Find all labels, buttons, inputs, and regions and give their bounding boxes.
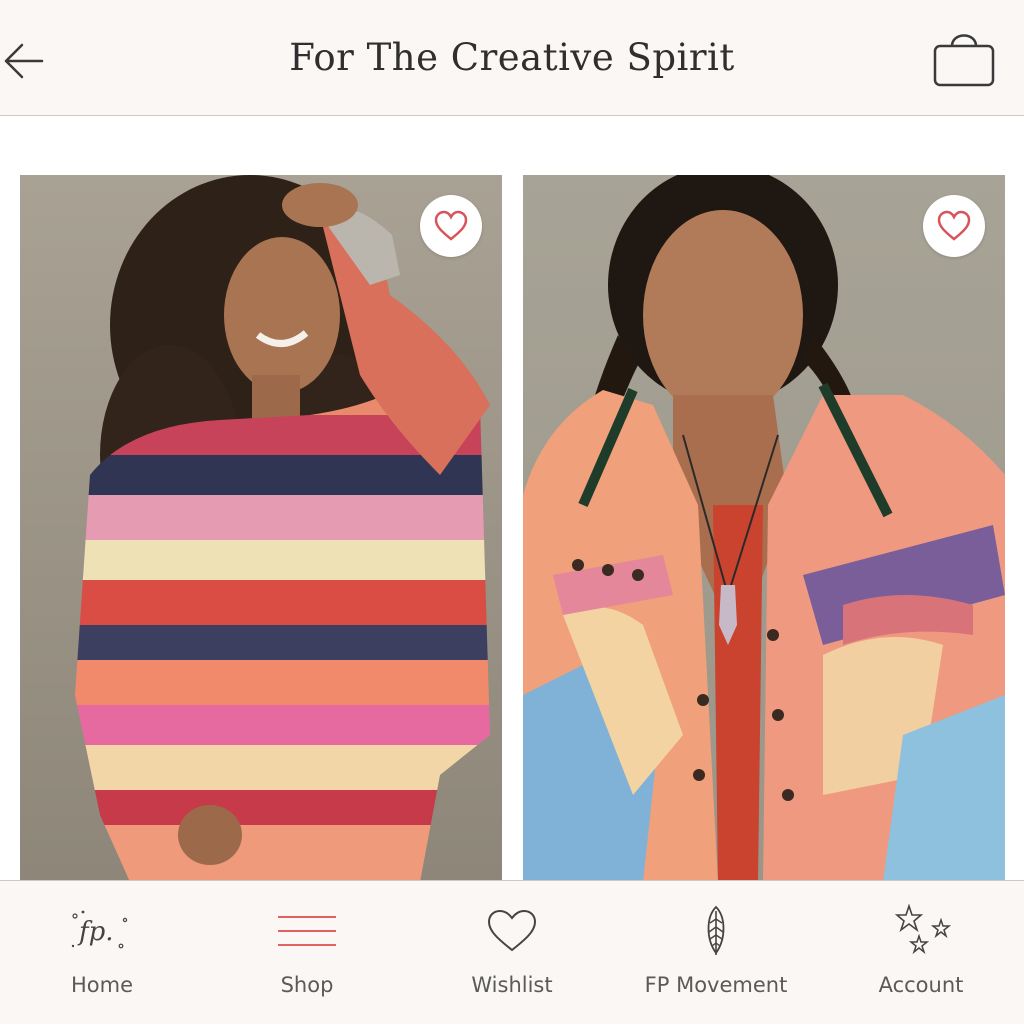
tab-label: Home [70, 973, 133, 997]
app-header: For The Creative Spirit [0, 0, 1024, 116]
product-image-striped-sweater[interactable] [20, 175, 502, 882]
bottom-tab-bar: fp. Home Shop Wishlist FP Movement Accou… [0, 880, 1024, 1024]
tab-home[interactable]: fp. Home [0, 881, 204, 1025]
tab-shop[interactable]: Shop [205, 881, 409, 1025]
product-image-quilted-jacket[interactable] [523, 175, 1005, 882]
tab-account[interactable]: Account [819, 881, 1023, 1025]
svg-text:fp.: fp. [77, 917, 114, 947]
page-title: For The Creative Spirit [289, 36, 735, 79]
heart-outline-icon [434, 210, 468, 241]
favorite-button[interactable] [923, 195, 985, 257]
tab-label: Shop [280, 973, 334, 997]
tab-fp-movement[interactable]: FP Movement [614, 881, 818, 1025]
shopping-bag-button[interactable] [930, 24, 998, 90]
stars-icon [894, 904, 952, 955]
feather-icon [707, 905, 725, 955]
tab-label: Account [878, 973, 964, 997]
tab-label: FP Movement [644, 973, 788, 997]
product-card[interactable] [523, 175, 1005, 882]
tab-wishlist[interactable]: Wishlist [410, 881, 614, 1025]
heart-icon [487, 909, 537, 952]
favorite-button[interactable] [420, 195, 482, 257]
heart-outline-icon [937, 210, 971, 241]
tab-label: Wishlist [471, 973, 553, 997]
shopping-bag-icon [933, 34, 995, 87]
fp-logo-icon: fp. [71, 910, 128, 949]
menu-lines-icon [278, 916, 336, 946]
product-card[interactable] [20, 175, 502, 882]
